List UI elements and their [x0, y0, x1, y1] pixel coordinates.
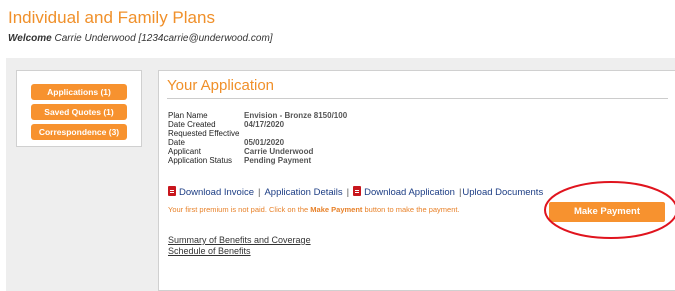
info-row-status: Application Status Pending Payment — [168, 156, 347, 165]
info-label: Applicant — [168, 147, 201, 156]
link-separator: | — [346, 187, 350, 198]
notice-text: button to make the payment. — [362, 205, 460, 214]
welcome-line: Welcome Carrie Underwood [1234carrie@und… — [8, 33, 273, 44]
summary-of-benefits-link[interactable]: Summary of Benefits and Coverage — [168, 235, 311, 246]
info-label: Plan Name — [168, 111, 208, 120]
application-info-table: Plan Name Envision - Bronze 8150/100 Dat… — [168, 111, 347, 165]
pdf-icon — [353, 186, 362, 196]
application-details-link[interactable]: Application Details — [264, 187, 342, 198]
info-row-date-created: Date Created 04/17/2020 — [168, 120, 347, 129]
sidebar-item-saved-quotes[interactable]: Saved Quotes (1) — [31, 104, 127, 120]
notice-emphasis: Make Payment — [310, 205, 363, 214]
info-label: Date Created — [168, 120, 216, 129]
sidebar-item-correspondence[interactable]: Correspondence (3) — [31, 124, 127, 140]
link-separator: | — [258, 187, 261, 198]
pdf-icon — [168, 186, 176, 196]
sidebar: Applications (1) Saved Quotes (1) Corres… — [16, 70, 142, 147]
info-value: Envision - Bronze 8150/100 — [244, 111, 348, 120]
notice-text: Your first premium is not paid. Click on… — [168, 205, 311, 214]
title-divider — [167, 98, 668, 99]
info-row-effective-date: Requested Effective Date 05/01/2020 — [168, 129, 347, 147]
info-value: Pending Payment — [244, 156, 312, 165]
schedule-of-benefits-link[interactable]: Schedule of Benefits — [168, 246, 311, 257]
info-row-plan-name: Plan Name Envision - Bronze 8150/100 — [168, 111, 347, 120]
info-value: 04/17/2020 — [244, 120, 285, 129]
welcome-label: Welcome — [8, 33, 52, 44]
info-row-applicant: Applicant Carrie Underwood — [168, 147, 347, 156]
payment-notice: Your first premium is not paid. Click on… — [168, 205, 460, 214]
info-label: Requested Effective Date — [168, 129, 240, 147]
info-value: Carrie Underwood — [244, 147, 314, 156]
document-links: Summary of Benefits and Coverage Schedul… — [168, 235, 311, 257]
info-label: Application Status — [168, 156, 233, 165]
info-value: 05/01/2020 — [244, 138, 285, 147]
upload-documents-link[interactable]: Upload Documents — [462, 187, 543, 198]
application-title: Your Application — [167, 77, 275, 94]
highlight-circle — [544, 181, 675, 239]
sidebar-item-applications[interactable]: Applications (1) — [31, 84, 127, 100]
application-panel: Your Application Plan Name Envision - Br… — [158, 70, 675, 291]
download-invoice-link[interactable]: Download Invoice — [179, 187, 254, 198]
application-actions: Download Invoice | Application Details | Dow… — [168, 186, 543, 198]
download-application-link[interactable]: Download Application — [364, 187, 455, 198]
welcome-user: Carrie Underwood [1234carrie@underwood.c… — [54, 33, 273, 44]
page-title: Individual and Family Plans — [8, 8, 215, 27]
